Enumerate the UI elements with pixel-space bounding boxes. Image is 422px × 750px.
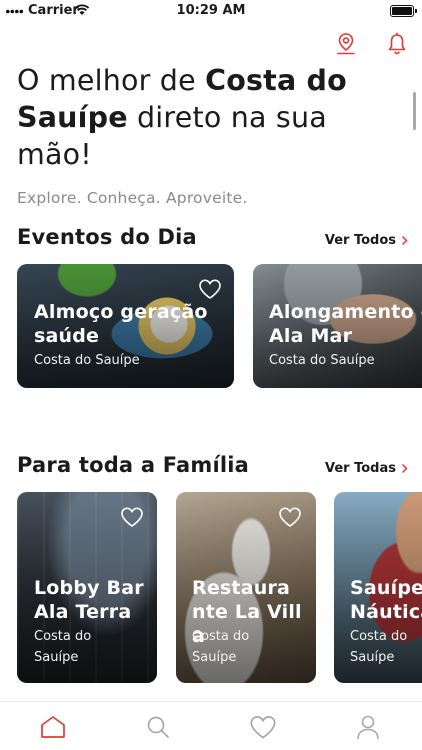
home-icon [41,716,65,738]
map-pin-button[interactable] [333,30,359,58]
map-pin-icon [337,33,355,55]
favorite-heart-icon[interactable] [278,506,302,528]
events-see-all-label: Ver Todos [324,233,396,248]
family-section-title: Para toda a Família [17,453,250,477]
chevron-right-icon [401,463,408,474]
clock: 10:29 AM [176,3,246,18]
tab-home[interactable] [38,712,68,742]
search-icon [147,716,169,738]
event-card-location: Costa do Sauípe [269,353,375,368]
family-card-location: Costa do Sauípe [34,629,92,665]
events-see-all-link[interactable]: Ver Todos [325,233,408,248]
family-card[interactable]: Sauípe Náutica Costa do Sauípe [334,492,422,683]
battery-icon [390,5,417,17]
profile-icon [357,715,379,740]
tab-bar [0,701,422,750]
chevron-right-icon [401,235,408,246]
hero-heading: O melhor de Costa do Sauípe direto na su… [17,62,397,173]
event-card-title: Almoço geração saúde [34,301,208,347]
hero-text-before: O melhor de [17,64,206,97]
family-card[interactable]: Lobby Bar Ala Terra Costa do Sauípe [17,492,157,683]
event-card[interactable]: Almoço geração saúde Costa do Sauípe [17,264,234,388]
status-bar: Carrier 10:29 AM [0,0,422,22]
heart-icon [250,715,276,739]
notifications-button[interactable] [384,30,410,58]
family-card[interactable]: Restaurante La Villa Costa do Sauípe [176,492,316,683]
tab-search[interactable] [143,712,173,742]
event-card[interactable]: Alongamento - Ala Mar Costa do Sauípe [253,264,422,388]
events-section-title: Eventos do Dia [17,225,197,249]
family-see-all-link[interactable]: Ver Todas [325,461,408,476]
tab-profile[interactable] [353,712,383,742]
favorite-heart-icon[interactable] [198,278,222,300]
event-card-title: Alongamento - Ala Mar [269,301,422,347]
family-card-title: Lobby Bar Ala Terra [34,577,144,623]
family-card-title: Sauípe Náutica [350,577,422,623]
scroll-indicator[interactable] [413,92,416,130]
family-card-location: Costa do Sauípe [192,629,250,665]
tab-favorites[interactable] [248,712,278,742]
favorite-heart-icon[interactable] [120,506,144,528]
family-see-all-label: Ver Todas [325,461,396,476]
hero-subtitle: Explore. Conheça. Aproveite. [17,189,248,207]
family-card-location: Costa do Sauípe [350,629,408,665]
event-card-location: Costa do Sauípe [34,353,140,368]
bell-icon [388,32,406,55]
